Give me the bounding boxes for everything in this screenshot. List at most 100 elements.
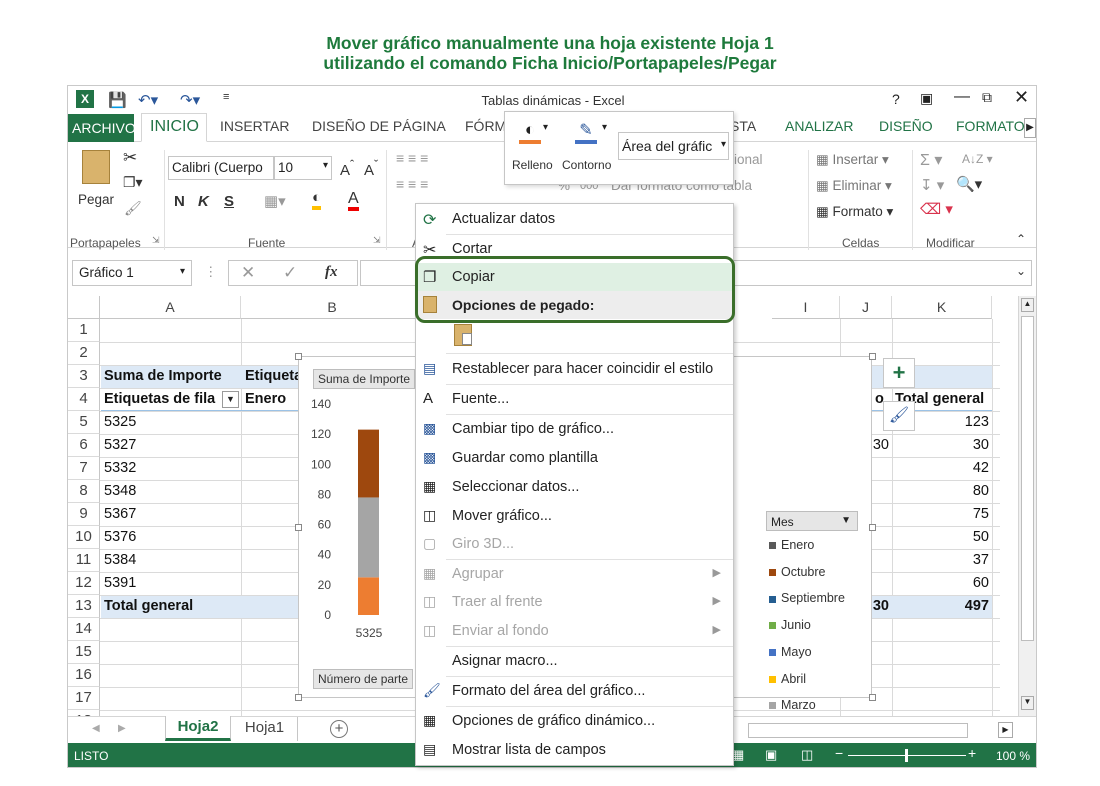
column-header-a[interactable]: A [100, 296, 241, 319]
row-header[interactable]: 16 [68, 664, 100, 687]
page-layout-view-icon[interactable]: ▣ [765, 747, 777, 763]
enter-icon[interactable]: ✓ [283, 263, 297, 283]
align-top-icon[interactable]: ≡ ≡ ≡ [396, 150, 428, 166]
expand-formula-icon[interactable]: ⌄ [1016, 264, 1026, 278]
bar-segment-naranja[interactable] [358, 577, 379, 615]
scroll-up-icon[interactable]: ▲ [1021, 298, 1034, 312]
bar-segment-marzo[interactable] [358, 497, 379, 578]
row-header[interactable]: 15 [68, 641, 100, 664]
menu-item-giro-3d[interactable]: ▢ Giro 3D... [416, 530, 733, 558]
column-header-k[interactable]: K [892, 296, 992, 319]
row-header[interactable]: 2 [68, 342, 100, 365]
borders-icon[interactable]: ▦▾ [264, 192, 286, 210]
restore-icon[interactable]: ⧉ [982, 89, 992, 106]
close-icon[interactable]: ✕ [1014, 87, 1029, 108]
cell-a13[interactable]: Total general [101, 595, 241, 618]
name-box[interactable]: Gráfico 1 ▾ [72, 260, 192, 286]
tab-formato[interactable]: FORMATO [956, 118, 1025, 134]
tab-insertar[interactable]: INSERTAR [220, 118, 290, 134]
row-header[interactable]: 3 [68, 365, 100, 388]
row-header[interactable]: 8 [68, 480, 100, 503]
cell-k8[interactable]: 80 [892, 480, 992, 503]
grow-font-icon[interactable]: Aˆ [340, 158, 354, 179]
tabs-scroll-right-icon[interactable]: ▶ [1024, 118, 1036, 138]
delete-cells-button[interactable]: ▦ Eliminar ▾ [816, 178, 892, 194]
bar-segment-octubre[interactable] [358, 429, 379, 498]
fill-color-icon[interactable]: ◐ [312, 190, 322, 210]
insert-cells-button[interactable]: ▦ Insertar ▾ [816, 152, 889, 168]
underline-button[interactable]: S [224, 193, 234, 210]
cell-b3[interactable]: Etiqueta [242, 365, 302, 388]
prev-sheet-icon[interactable]: ◀ [92, 723, 100, 734]
cell-k12[interactable]: 60 [892, 572, 992, 595]
zoom-slider-thumb[interactable] [905, 749, 908, 762]
page-break-view-icon[interactable]: ◫ [801, 747, 813, 763]
select-all-button[interactable] [68, 296, 100, 319]
fill-button[interactable]: Relleno [512, 158, 553, 172]
font-size-select[interactable]: 10 ▾ [274, 156, 332, 180]
cell-a8[interactable]: 5348 [101, 480, 241, 503]
cell-k9[interactable]: 75 [892, 503, 992, 526]
row-header[interactable]: 10 [68, 526, 100, 549]
help-button[interactable]: ? [892, 91, 900, 107]
row-header[interactable]: 14 [68, 618, 100, 641]
row-header[interactable]: 9 [68, 503, 100, 526]
tab-analizar[interactable]: ANALIZAR [785, 118, 853, 134]
new-sheet-icon[interactable]: + [330, 720, 348, 738]
column-header-b[interactable]: B [241, 296, 424, 319]
menu-item-asignar-macro[interactable]: Asignar macro... [416, 647, 733, 675]
menu-item-guardar-plantilla[interactable]: ▩ Guardar como plantilla [416, 444, 733, 472]
vertical-scroll-thumb[interactable] [1021, 316, 1034, 641]
outline-pen-icon[interactable]: ✎ [575, 120, 597, 144]
cell-k11[interactable]: 37 [892, 549, 992, 572]
row-filter-dropdown-icon[interactable]: ▼ [222, 391, 239, 408]
row-header[interactable]: 6 [68, 434, 100, 457]
menu-item-fuente[interactable]: A Fuente... [416, 385, 733, 413]
legend-field-button[interactable]: Mes ▼ [766, 511, 858, 531]
autosum-icon[interactable]: Σ ▾ [920, 150, 942, 170]
cell-k7[interactable]: 42 [892, 457, 992, 480]
align-left-icon[interactable]: ≡ ≡ ≡ [396, 176, 428, 192]
row-header[interactable]: 5 [68, 411, 100, 434]
menu-item-enviar-fondo[interactable]: ◫ Enviar al fondo ▶ [416, 617, 733, 645]
row-header[interactable]: 12 [68, 572, 100, 595]
chevron-down-icon[interactable]: ▾ [543, 122, 548, 133]
outline-button[interactable]: Contorno [562, 158, 611, 172]
cell-k6[interactable]: 30 [892, 434, 992, 457]
clear-icon[interactable]: ⌫ ▾ [920, 200, 953, 218]
column-header-i[interactable]: I [772, 296, 840, 319]
cancel-icon[interactable]: ✕ [241, 263, 255, 283]
find-icon[interactable]: 🔍▾ [956, 175, 982, 193]
scroll-right-icon[interactable]: ▶ [998, 722, 1013, 738]
font-launcher-icon[interactable]: ⇲ [373, 235, 381, 246]
menu-item-cambiar-tipo[interactable]: ▩ Cambiar tipo de gráfico... [416, 415, 733, 443]
zoom-level[interactable]: 100 % [996, 749, 1030, 763]
row-header[interactable]: 7 [68, 457, 100, 480]
menu-item-restablecer[interactable]: ▤ Restablecer para hacer coincidir el est… [416, 355, 733, 383]
cell-a12[interactable]: 5391 [101, 572, 241, 595]
paste-icon[interactable] [82, 150, 110, 184]
cell-a9[interactable]: 5367 [101, 503, 241, 526]
next-sheet-icon[interactable]: ▶ [118, 723, 126, 734]
menu-item-opciones-dinamico[interactable]: ▦ Opciones de gráfico dinámico... [416, 707, 733, 735]
row-header[interactable]: 4 [68, 388, 100, 411]
copy-icon[interactable]: ❐▾ [123, 174, 143, 191]
cell-b4[interactable]: Enero [242, 388, 302, 411]
menu-item-lista-campos[interactable]: ▤ Mostrar lista de campos [416, 736, 733, 764]
ribbon-display-icon[interactable]: ▣ [920, 90, 933, 107]
chevron-down-icon[interactable]: ▾ [602, 122, 607, 133]
sheet-tab-hoja1[interactable]: Hoja1 [232, 717, 298, 741]
menu-item-formato-area[interactable]: 🖌 Formato del área del gráfico... [416, 677, 733, 705]
cell-a5[interactable]: 5325 [101, 411, 241, 434]
paste-option-icon[interactable] [454, 324, 472, 346]
sheet-tab-hoja2[interactable]: Hoja2 [165, 716, 231, 741]
row-header[interactable]: 13 [68, 595, 100, 618]
tab-diseno[interactable]: DISEÑO [879, 118, 933, 134]
cut-icon[interactable]: ✂ [123, 148, 137, 168]
menu-item-traer-frente[interactable]: ◫ Traer al frente ▶ [416, 588, 733, 616]
menu-item-mover-grafico[interactable]: ◫ Mover gráfico... [416, 502, 733, 530]
minimize-icon[interactable]: — [954, 88, 970, 106]
menu-item-seleccionar-datos[interactable]: ▦ Seleccionar datos... [416, 473, 733, 501]
insert-function-button[interactable]: fx [325, 264, 338, 281]
format-painter-icon[interactable]: 🖌 [124, 200, 142, 217]
